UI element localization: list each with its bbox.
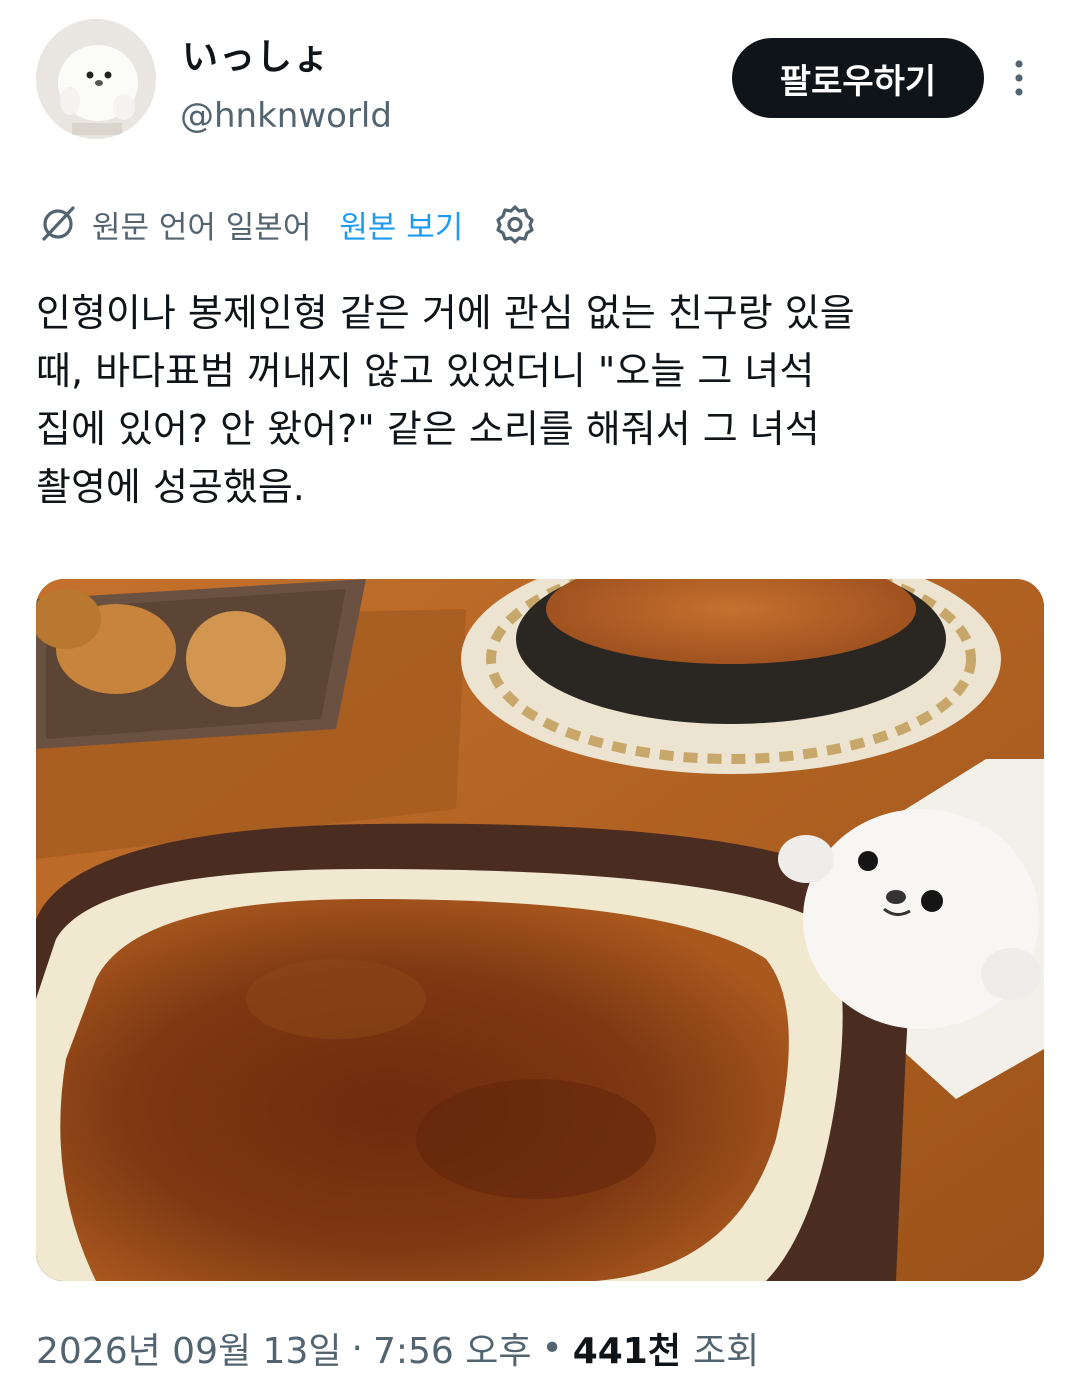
follow-button[interactable]: 팔로우하기: [732, 38, 984, 118]
translation-note: 원문 언어 일본어: [92, 209, 312, 246]
view-original-link[interactable]: 원본 보기: [339, 202, 463, 247]
meta-bullet: •: [541, 1327, 563, 1369]
tweet-text: 인형이나 봉제인형 같은 거에 관심 없는 친구랑 있을 때, 바다표범 꺼내지…: [36, 291, 855, 509]
photo-gratin-and-seal-plush-icon: [36, 579, 1044, 1281]
views-count[interactable]: 441천: [573, 1322, 681, 1374]
more-vertical-icon[interactable]: [1004, 58, 1034, 98]
post-date[interactable]: 2026년 09월 13일: [36, 1322, 341, 1374]
translation-bar: 원문 언어 일본어 원본 보기: [36, 196, 537, 252]
post-time[interactable]: 7:56 오후: [373, 1322, 532, 1374]
views-label: 조회: [692, 1331, 760, 1372]
seal-avatar-icon: [36, 19, 156, 139]
avatar[interactable]: [36, 19, 156, 139]
tweet-photo[interactable]: [36, 579, 1044, 1281]
tweet-meta: 2026년 09월 13일 · 7:56 오후 • 441천 조회: [36, 1322, 759, 1374]
gear-icon[interactable]: [493, 202, 537, 246]
user-handle[interactable]: @hnknworld: [180, 96, 392, 136]
meta-separator: ·: [351, 1327, 363, 1369]
translate-icon: [36, 202, 80, 246]
display-name[interactable]: いっしょ: [182, 28, 330, 80]
